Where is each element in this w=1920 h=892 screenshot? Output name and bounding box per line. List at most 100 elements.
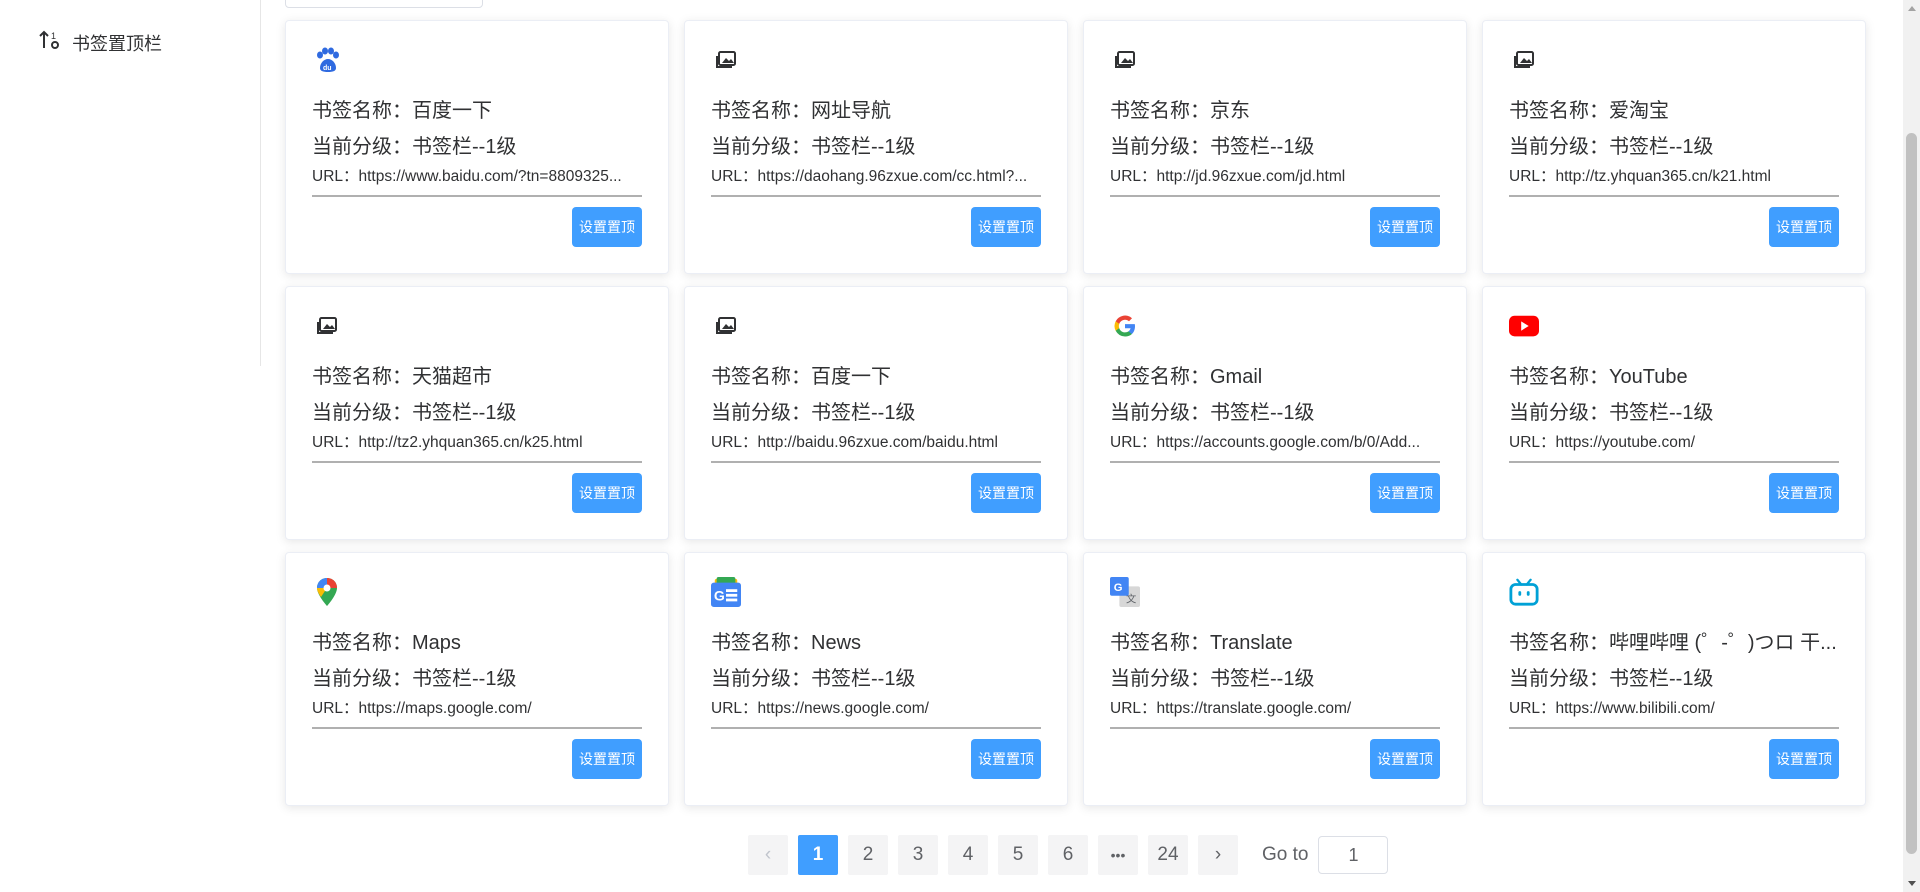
google-news-icon: G	[711, 577, 741, 607]
goto-label: Go to	[1262, 844, 1309, 865]
page-button-24[interactable]: 24	[1148, 835, 1188, 875]
bookmark-url: URL：https://youtube.com/	[1509, 430, 1839, 463]
page-button-4[interactable]: 4	[948, 835, 988, 875]
bookmark-level: 当前分级：书签栏--1级	[1509, 668, 1714, 690]
bookmark-card: 书签名称：网址导航 当前分级：书签栏--1级 URL：https://daoha…	[684, 20, 1068, 274]
sidebar-item-label: 书签置顶栏	[72, 33, 162, 54]
bookmark-level: 当前分级：书签栏--1级	[312, 402, 517, 424]
bookmark-level: 当前分级：书签栏--1级	[312, 136, 517, 158]
page-button-1[interactable]: 1	[798, 835, 838, 875]
page-button-3[interactable]: 3	[898, 835, 938, 875]
goto-page-input[interactable]	[1318, 836, 1389, 874]
bookmark-level: 当前分级：书签栏--1级	[711, 402, 916, 424]
bookmark-name: 书签名称：百度一下	[312, 100, 492, 122]
svg-text:G: G	[714, 587, 725, 603]
bookmark-url: URL：http://tz2.yhquan365.cn/k25.html	[312, 430, 642, 463]
set-pin-button[interactable]: 设置置顶	[971, 207, 1041, 247]
bookmark-card: du 书签名称：百度一下 当前分级：书签栏--1级 URL：https://ww…	[285, 20, 669, 274]
sort-numeric-icon: 1	[38, 28, 62, 57]
image-placeholder-icon	[711, 311, 741, 341]
bookmark-card: 书签名称：Maps 当前分级：书签栏--1级 URL：https://maps.…	[285, 552, 669, 806]
scroll-down-arrow-icon[interactable]	[1908, 881, 1916, 886]
bookmark-url: URL：https://maps.google.com/	[312, 696, 642, 729]
bookmark-level: 当前分级：书签栏--1级	[1110, 402, 1315, 424]
bookmark-url: URL：https://www.bilibili.com/	[1509, 696, 1839, 729]
set-pin-button[interactable]: 设置置顶	[1769, 207, 1839, 247]
bookmark-name: 书签名称：Maps	[312, 632, 461, 654]
goto-page: Go to	[1262, 836, 1389, 874]
bookmark-level: 当前分级：书签栏--1级	[711, 668, 916, 690]
set-pin-button[interactable]: 设置置顶	[572, 207, 642, 247]
bookmark-url: URL：https://news.google.com/	[711, 696, 1041, 729]
bilibili-icon	[1509, 577, 1539, 607]
bookmark-name: 书签名称：哔哩哔哩 (゜-゜)つロ 干...	[1509, 632, 1837, 654]
google-translate-icon: 文 G	[1110, 577, 1140, 607]
image-placeholder-icon	[1509, 45, 1539, 75]
bookmark-card: 书签名称：京东 当前分级：书签栏--1级 URL：http://jd.96zxu…	[1083, 20, 1467, 274]
set-pin-button[interactable]: 设置置顶	[971, 473, 1041, 513]
prev-page-button[interactable]: ‹	[748, 835, 788, 875]
bookmark-url: URL：http://baidu.96zxue.com/baidu.html	[711, 430, 1041, 463]
svg-text:G: G	[1114, 582, 1123, 594]
bookmark-level: 当前分级：书签栏--1级	[312, 668, 517, 690]
set-pin-button[interactable]: 设置置顶	[572, 739, 642, 779]
bookmark-card: 文 G 书签名称：Translate 当前分级：书签栏--1级 URL：http…	[1083, 552, 1467, 806]
image-placeholder-icon	[1110, 45, 1140, 75]
set-pin-button[interactable]: 设置置顶	[1370, 207, 1440, 247]
set-pin-button[interactable]: 设置置顶	[1370, 473, 1440, 513]
search-input-remnant[interactable]	[285, 0, 483, 8]
bookmark-name: 书签名称：京东	[1110, 100, 1250, 122]
youtube-icon	[1509, 311, 1539, 341]
sidebar-item-bookmark-pin-bar[interactable]: 1 书签置顶栏	[38, 28, 162, 57]
google-maps-icon	[312, 577, 342, 607]
bookmark-card: 书签名称：YouTube 当前分级：书签栏--1级 URL：https://yo…	[1482, 286, 1866, 540]
bookmark-card: 书签名称：天猫超市 当前分级：书签栏--1级 URL：http://tz2.yh…	[285, 286, 669, 540]
page-button-6[interactable]: 6	[1048, 835, 1088, 875]
image-placeholder-icon	[711, 45, 741, 75]
bookmark-level: 当前分级：书签栏--1级	[1509, 136, 1714, 158]
page-button-5[interactable]: 5	[998, 835, 1038, 875]
scrollbar-thumb[interactable]	[1906, 133, 1917, 854]
bookmark-name: 书签名称：网址导航	[711, 100, 891, 122]
scroll-up-arrow-icon[interactable]	[1908, 6, 1916, 11]
more-pages-button[interactable]: •••	[1098, 835, 1138, 875]
set-pin-button[interactable]: 设置置顶	[572, 473, 642, 513]
image-placeholder-icon	[312, 311, 342, 341]
bookmark-name: 书签名称：天猫超市	[312, 366, 492, 388]
vertical-scrollbar[interactable]	[1903, 0, 1920, 892]
bookmark-url: URL：https://translate.google.com/	[1110, 696, 1440, 729]
set-pin-button[interactable]: 设置置顶	[1769, 739, 1839, 779]
google-icon	[1110, 311, 1140, 341]
bookmark-url: URL：https://accounts.google.com/b/0/Add.…	[1110, 430, 1440, 463]
next-page-button[interactable]: ›	[1198, 835, 1238, 875]
bookmark-url: URL：http://jd.96zxue.com/jd.html	[1110, 164, 1440, 197]
bookmark-name: 书签名称：爱淘宝	[1509, 100, 1669, 122]
bookmark-card: 书签名称：哔哩哔哩 (゜-゜)つロ 干... 当前分级：书签栏--1级 URL：…	[1482, 552, 1866, 806]
bookmark-url: URL：https://www.baidu.com/?tn=8809325...	[312, 164, 642, 197]
baidu-paw-icon: du	[312, 45, 342, 75]
bookmark-name: 书签名称：Translate	[1110, 632, 1293, 654]
sidebar: 1 书签置顶栏	[0, 0, 261, 366]
bookmark-name: 书签名称：百度一下	[711, 366, 891, 388]
bookmark-card: 书签名称：Gmail 当前分级：书签栏--1级 URL：https://acco…	[1083, 286, 1467, 540]
bookmark-card-grid: du 书签名称：百度一下 当前分级：书签栏--1级 URL：https://ww…	[285, 20, 1866, 806]
set-pin-button[interactable]: 设置置顶	[1370, 739, 1440, 779]
bookmark-card: 书签名称：爱淘宝 当前分级：书签栏--1级 URL：http://tz.yhqu…	[1482, 20, 1866, 274]
svg-text:du: du	[323, 65, 332, 72]
svg-text:1: 1	[51, 31, 56, 41]
bookmark-url: URL：https://daohang.96zxue.com/cc.html?.…	[711, 164, 1041, 197]
bookmark-level: 当前分级：书签栏--1级	[711, 136, 916, 158]
bookmark-url: URL：http://tz.yhquan365.cn/k21.html	[1509, 164, 1839, 197]
page-button-2[interactable]: 2	[848, 835, 888, 875]
set-pin-button[interactable]: 设置置顶	[971, 739, 1041, 779]
bookmark-card: G 书签名称：News 当前分级：书签栏--1级 URL：https://new…	[684, 552, 1068, 806]
bookmark-level: 当前分级：书签栏--1级	[1509, 402, 1714, 424]
bookmark-name: 书签名称：News	[711, 632, 862, 654]
bookmark-level: 当前分级：书签栏--1级	[1110, 668, 1315, 690]
bookmark-name: 书签名称：YouTube	[1509, 366, 1688, 388]
bookmark-card: 书签名称：百度一下 当前分级：书签栏--1级 URL：http://baidu.…	[684, 286, 1068, 540]
set-pin-button[interactable]: 设置置顶	[1769, 473, 1839, 513]
pagination: ‹ 1 2 3 4 5 6 ••• 24 › Go to	[748, 835, 1389, 875]
bookmark-name: 书签名称：Gmail	[1110, 366, 1263, 388]
bookmark-level: 当前分级：书签栏--1级	[1110, 136, 1315, 158]
